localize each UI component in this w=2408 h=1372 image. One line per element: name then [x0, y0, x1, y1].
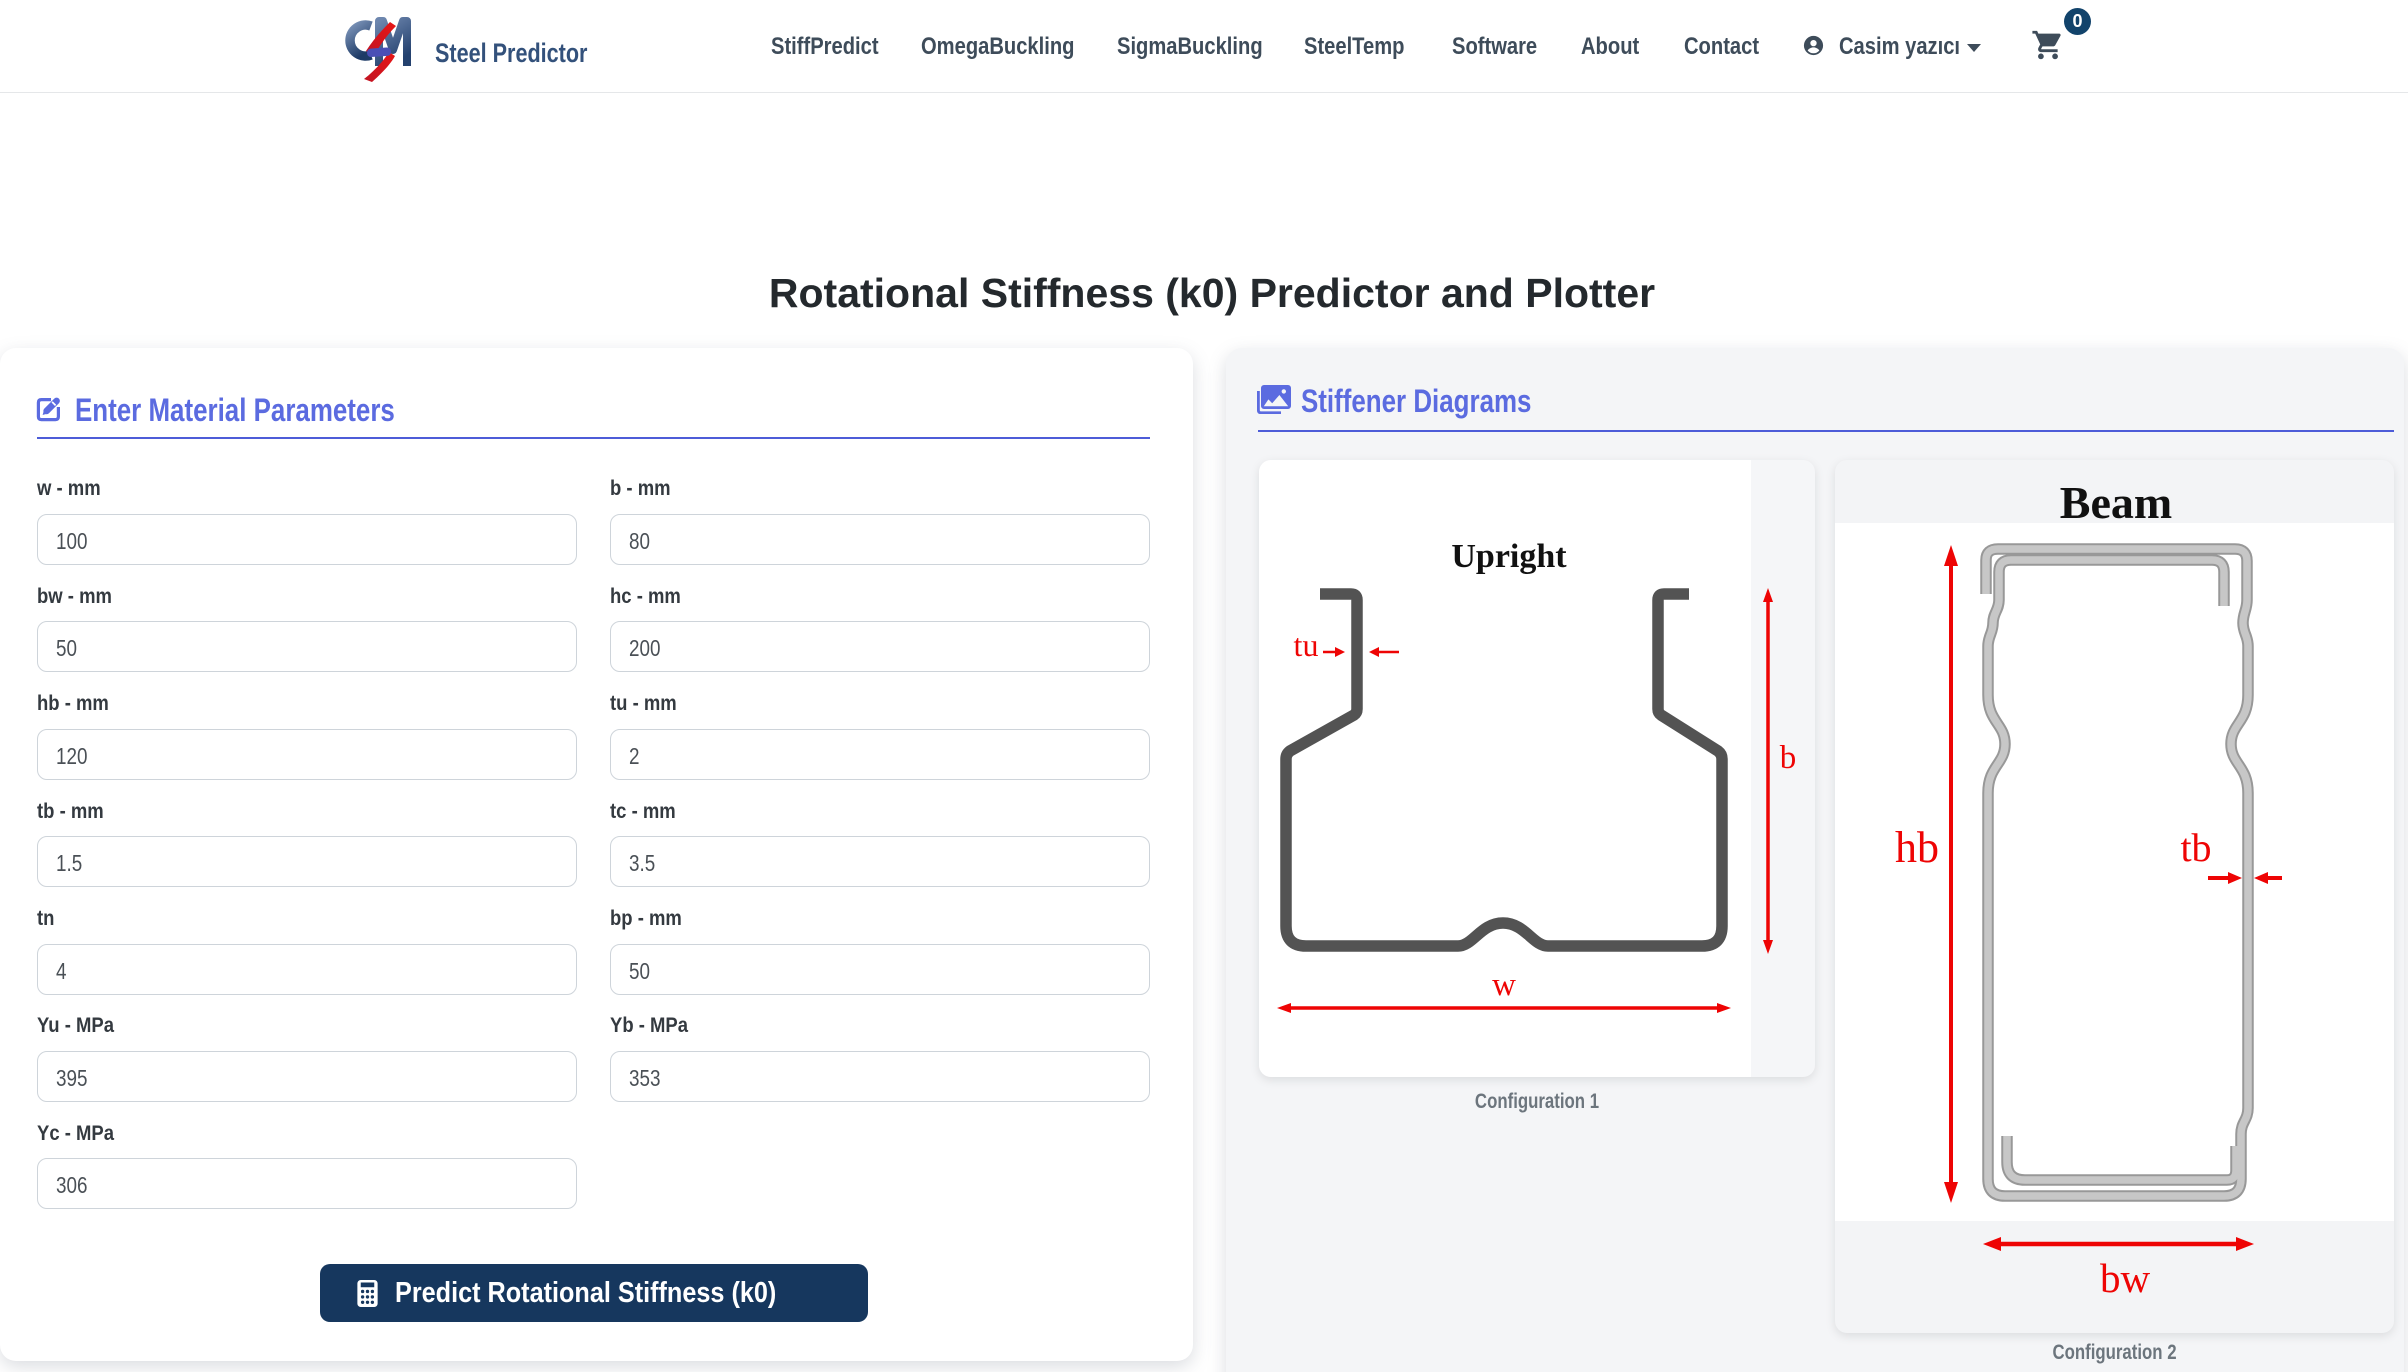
svg-text:tb: tb [2180, 825, 2211, 870]
svg-text:Beam: Beam [2060, 477, 2172, 528]
svg-text:b: b [1780, 740, 1797, 776]
svg-text:hb: hb [1895, 823, 1939, 872]
svg-text:Upright: Upright [1451, 538, 1567, 575]
svg-text:bw: bw [2100, 1255, 2151, 1301]
svg-text:tu: tu [1294, 627, 1319, 663]
svg-text:w: w [1492, 967, 1516, 1003]
